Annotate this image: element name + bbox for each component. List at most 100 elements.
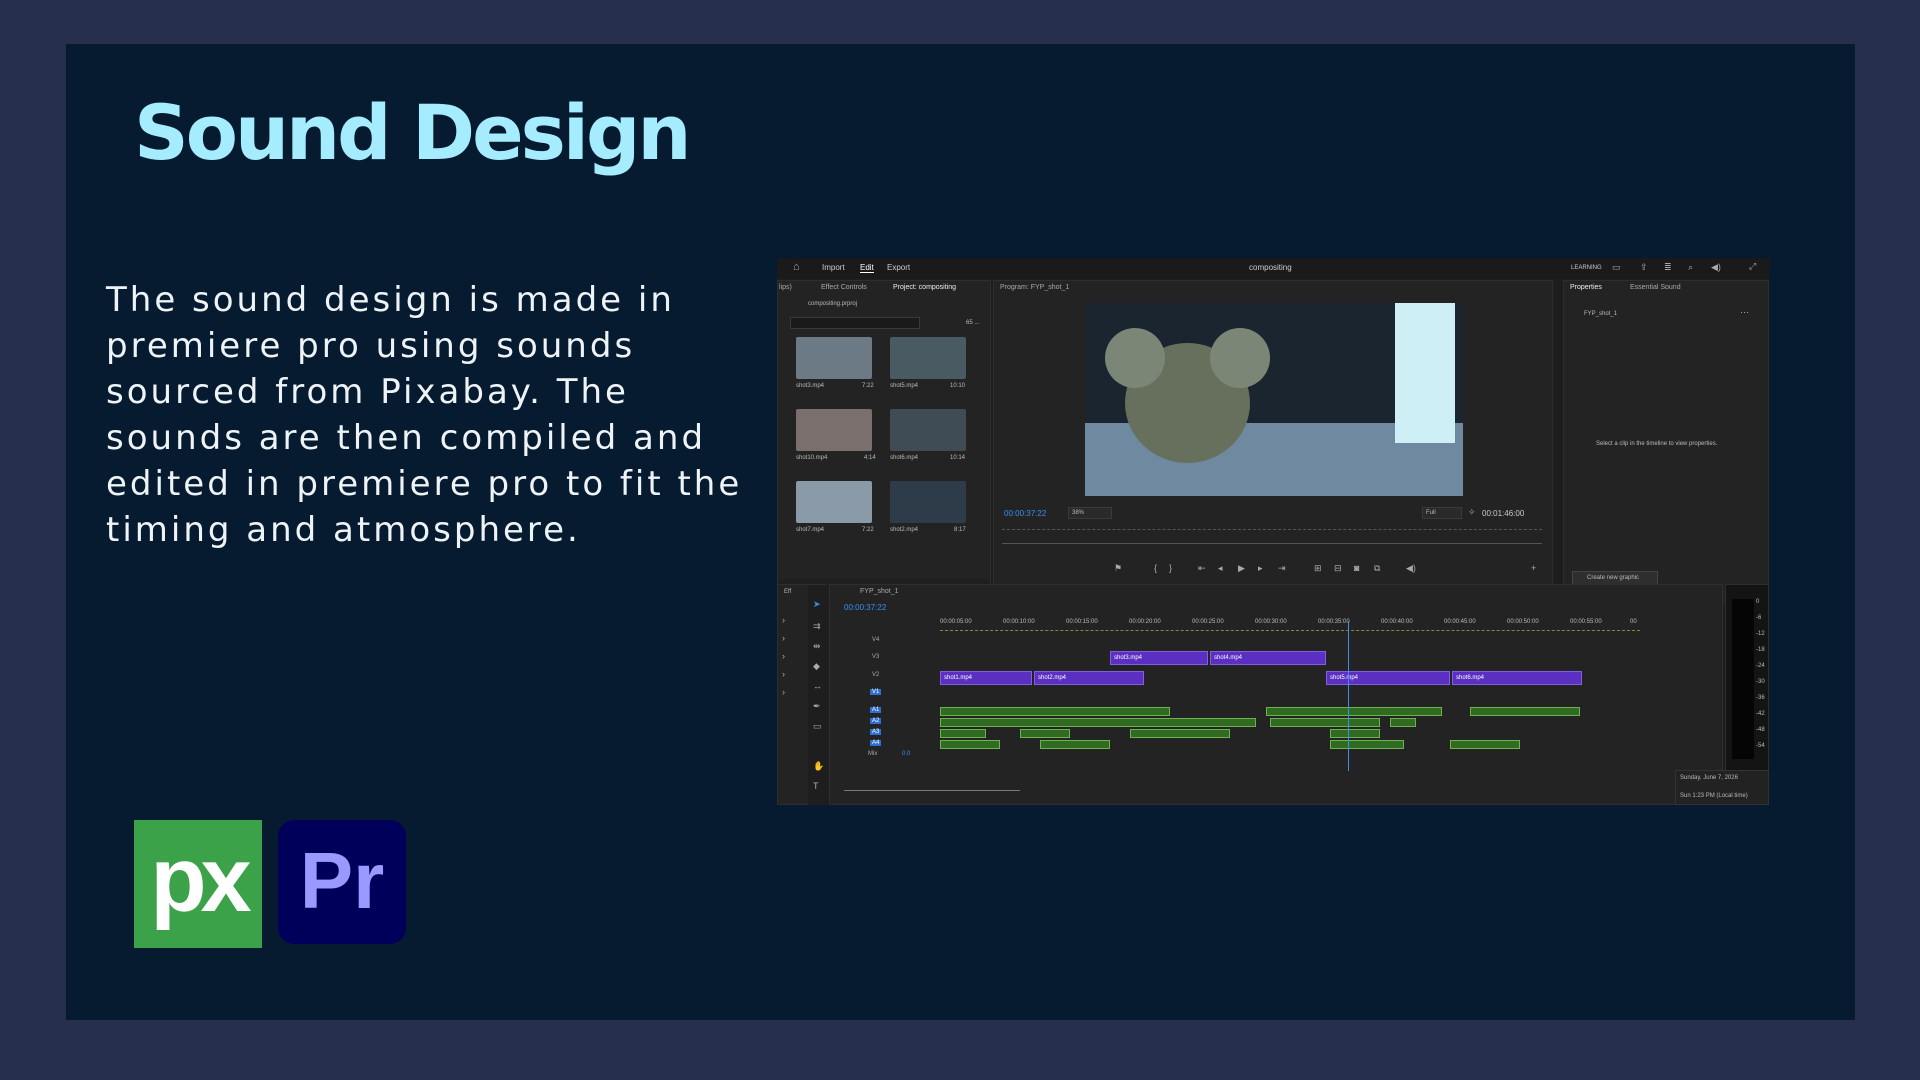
tab-program[interactable]: Program: FYP_shot_1 [1000,284,1069,291]
audio-clip[interactable] [1020,729,1070,738]
menu-export[interactable]: Export [887,263,910,272]
track-v4[interactable]: V4 [872,637,879,643]
audio-clip[interactable] [940,707,1170,716]
tab-project[interactable]: Project: compositing [893,284,956,291]
zoom-scroll[interactable] [1002,543,1542,544]
audio-clip[interactable] [1270,718,1380,727]
clip-shot3[interactable]: shot3.mp4 [1110,651,1208,665]
audio-clip[interactable] [1040,740,1110,749]
fullscreen-icon[interactable]: ⤢ [1749,261,1756,272]
clip-shot1[interactable]: shot1.mp4 [940,671,1032,685]
audio-clip[interactable] [1266,707,1442,716]
tab-clips[interactable]: lips) [779,284,792,291]
timeline-timecode[interactable]: 00:00:37:22 [844,603,886,612]
track-a4[interactable]: A4 [870,740,882,746]
audio-clip[interactable] [1130,729,1230,738]
chevron-right-icon[interactable]: › [782,615,785,625]
search-icon[interactable]: ⌕ [1688,262,1693,273]
thumbnail-shot6[interactable] [890,409,966,451]
document-title: compositing [1249,263,1292,272]
camera-icon[interactable]: ◙ [1354,563,1359,573]
zoom-select[interactable]: 38% [1068,507,1112,519]
more-options-icon[interactable]: ⋯ [1740,307,1749,318]
track-v2[interactable]: V2 [872,672,879,678]
menu-import[interactable]: Import [822,263,845,272]
home-icon[interactable]: ⌂ [793,261,800,273]
extract-icon[interactable]: ⊟ [1334,563,1342,574]
track-v3[interactable]: V3 [872,654,879,660]
ruler-label: 00:00:45:00 [1444,619,1476,625]
share-icon[interactable]: ⇪ [1640,262,1648,273]
thumbnail-shot2[interactable] [890,481,966,523]
audio-icon[interactable]: ◀) [1406,563,1416,574]
step-forward-icon[interactable]: ▸ [1258,563,1263,574]
clip-shot4[interactable]: shot4.mp4 [1210,651,1326,665]
razor-tool-icon[interactable]: ◆ [813,661,820,672]
track-a2[interactable]: A2 [870,718,882,724]
tab-essential-sound[interactable]: Essential Sound [1630,284,1681,291]
menu-edit[interactable]: Edit [860,263,874,273]
audio-clip[interactable] [1330,729,1380,738]
audio-clip[interactable] [940,740,1000,749]
lift-icon[interactable]: ⊞ [1314,563,1322,574]
search-input[interactable] [790,317,920,329]
clip-shot5[interactable]: shot5.mp4 [1326,671,1450,685]
track-v1[interactable]: V1 [870,689,882,695]
playhead[interactable] [1348,621,1349,771]
playhead-ruler[interactable] [1002,529,1542,530]
thumbnail-shot10[interactable] [796,409,872,451]
tab-sequence[interactable]: FYP_shot_1 [860,588,899,595]
thumbnail-shot7[interactable] [796,481,872,523]
hand-tool-icon[interactable]: ✋ [813,761,824,772]
thumbnail-shot3[interactable] [796,337,872,379]
track-a1[interactable]: A1 [870,707,882,713]
track-a3[interactable]: A3 [870,729,882,735]
pen-tool-icon[interactable]: ✒ [813,701,821,712]
add-button-icon[interactable]: + [1531,563,1536,573]
chevron-right-icon[interactable]: › [782,669,785,679]
chevron-right-icon[interactable]: › [782,687,785,697]
play-icon[interactable]: ▶ [1238,563,1245,574]
tab-properties[interactable]: Properties [1570,284,1602,291]
ripple-tool-icon[interactable]: ⇹ [813,641,821,652]
thumbnail-shot5[interactable] [890,337,966,379]
type-tool-icon[interactable]: T [813,781,819,791]
panels-icon[interactable]: ≣ [1664,262,1672,273]
clip-shot2[interactable]: shot2.mp4 [1034,671,1144,685]
ruler-label: 00:00:35:00 [1318,619,1350,625]
volume-icon[interactable]: ◀) [1711,262,1721,273]
tab-effects[interactable]: Eff [784,589,791,595]
chevron-right-icon[interactable]: › [782,633,785,643]
slip-tool-icon[interactable]: ↔ [813,681,822,691]
add-marker-icon[interactable]: ⚑ [1114,563,1122,574]
audio-clip[interactable] [1470,707,1580,716]
audio-clip[interactable] [1390,718,1416,727]
selection-tool-icon[interactable]: ➤ [813,599,821,610]
go-to-in-icon[interactable]: ⇤ [1198,563,1206,574]
chevron-right-icon[interactable]: › [782,651,785,661]
audio-clip[interactable] [940,718,1256,727]
mark-in-icon[interactable]: { [1154,563,1157,573]
mark-out-icon[interactable]: } [1169,563,1172,573]
resolution-select[interactable]: Full [1422,507,1462,519]
item-duration: 4:14 [864,455,876,461]
track-select-icon[interactable]: ⇉ [813,621,821,632]
clip-shot6[interactable]: shot6.mp4 [1452,671,1582,685]
mix-value[interactable]: 0.0 [902,751,910,757]
current-timecode[interactable]: 00:00:37:22 [1004,509,1046,518]
audio-clip[interactable] [1450,740,1520,749]
workspaces-icon[interactable]: ▭ [1612,262,1621,273]
compare-icon[interactable]: ⧉ [1374,563,1380,574]
properties-panel: Properties Essential Sound FYP_shot_1 ⋯ … [1563,280,1769,602]
tab-effect-controls[interactable]: Effect Controls [821,284,867,291]
timeline-scrollbar[interactable] [844,790,1020,791]
go-to-out-icon[interactable]: ⇥ [1278,563,1286,574]
audio-clip[interactable] [1330,740,1404,749]
workspace-label[interactable]: LEARNING [1571,265,1602,271]
time-ruler[interactable]: 00:00:05:00 00:00:10:00 00:00:15:00 00:0… [940,619,1640,633]
audio-clip[interactable] [940,729,986,738]
rectangle-tool-icon[interactable]: ▭ [813,721,822,732]
step-back-icon[interactable]: ◂ [1218,563,1223,574]
create-graphic-button[interactable]: Create new graphic [1572,571,1658,585]
wrench-icon[interactable]: ✧ [1468,507,1476,518]
